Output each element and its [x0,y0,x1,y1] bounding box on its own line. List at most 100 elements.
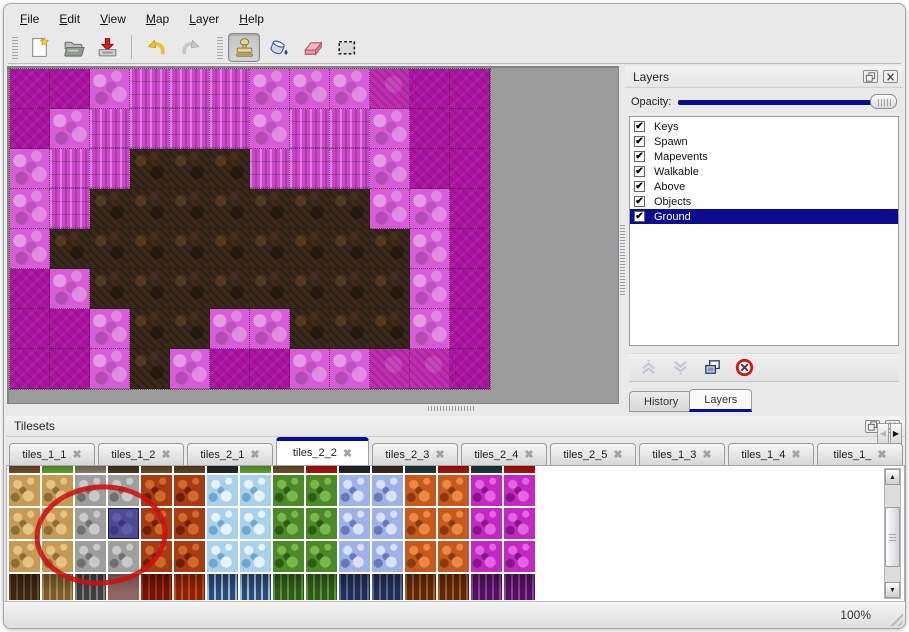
map-tile[interactable] [10,149,50,189]
map-tile[interactable] [10,309,50,349]
tileset-tile[interactable] [471,466,502,473]
tileset-tile-magenta-cells[interactable] [471,508,502,539]
map-tile[interactable] [410,309,450,349]
menu-edit[interactable]: Edit [49,10,90,28]
tileset-tile-blue-crystal[interactable] [372,475,403,506]
map-tile[interactable] [90,189,130,229]
tileset-tab-tiles_2_4[interactable]: tiles_2_4✖ [461,443,547,465]
delete-layer-button[interactable] [731,357,757,379]
tab-scroll-left-button[interactable]: ◀ [877,423,889,444]
stamp-tool-button[interactable] [228,33,260,62]
map-tile[interactable] [170,309,210,349]
tileset-tab-tiles_2_5[interactable]: tiles_2_5✖ [550,443,636,465]
tileset-tile-green-vines[interactable] [273,508,304,539]
menu-map[interactable]: Map [136,10,179,28]
map-tile[interactable] [250,109,290,149]
layer-row[interactable]: ✔Spawn [630,134,898,149]
tileset-tile[interactable] [372,574,403,600]
map-tile[interactable] [50,109,90,149]
tileset-tile-gray-stone[interactable] [75,508,106,539]
tileset-tile[interactable] [75,466,106,473]
map-tile[interactable] [250,229,290,269]
new-file-button[interactable] [23,33,55,62]
fill-tool-button[interactable] [262,33,294,62]
map-tile[interactable] [450,189,490,229]
tileset-tile-magenta-cells[interactable] [471,475,502,506]
map-tile[interactable] [90,149,130,189]
opacity-slider[interactable] [678,94,897,110]
toolbar-grip[interactable] [217,35,223,59]
eraser-tool-button[interactable] [296,33,328,62]
map-tile[interactable] [130,349,170,389]
move-layer-down-button[interactable] [667,357,693,379]
tileset-tile-orange-rock[interactable] [405,475,436,506]
map-tile[interactable] [290,109,330,149]
map-tile[interactable] [330,349,370,389]
map-tile[interactable] [370,269,410,309]
tileset-tile-blue-crystal[interactable] [339,475,370,506]
map-tile[interactable] [10,109,50,149]
map-tile[interactable] [10,189,50,229]
open-file-button[interactable] [57,33,89,62]
tileset-tile[interactable] [108,466,139,473]
tileset-tile-blue-crystal[interactable] [372,508,403,539]
tileset-tile[interactable] [9,574,40,600]
map-tile[interactable] [210,149,250,189]
tileset-tile[interactable] [273,574,304,600]
map-tile[interactable] [410,349,450,389]
tileset-tile-lava-rock[interactable] [141,541,172,572]
map-tile[interactable] [210,309,250,349]
move-layer-up-button[interactable] [635,357,661,379]
tileset-tile-lava-rock[interactable] [174,475,205,506]
tileset-tile[interactable] [207,466,238,473]
tileset-tile-sand[interactable] [9,541,40,572]
tileset-tab-tiles_1_[interactable]: tiles_1_✖ [817,443,903,465]
map-tile[interactable] [130,189,170,229]
map-tile[interactable] [170,149,210,189]
tileset-tab-tiles_1_4[interactable]: tiles_1_4✖ [728,443,814,465]
map-tile[interactable] [170,349,210,389]
tileset-tile-lava-rock[interactable] [141,475,172,506]
close-tab-icon[interactable]: ✖ [343,447,352,460]
map-tile[interactable] [10,269,50,309]
map-tile[interactable] [370,69,410,109]
map-tile[interactable] [130,69,170,109]
horizontal-splitter-handle[interactable] [428,406,474,411]
tileset-tab-tiles_2_1[interactable]: tiles_2_1✖ [187,443,273,465]
map-tile[interactable] [370,349,410,389]
map-tile[interactable] [170,269,210,309]
map-tile[interactable] [330,69,370,109]
map-tile[interactable] [90,69,130,109]
map-tile[interactable] [170,189,210,229]
map-tile[interactable] [90,349,130,389]
window-resize-grip[interactable] [886,609,903,626]
tileset-tile[interactable] [141,574,172,600]
tileset-tab-tiles_1_2[interactable]: tiles_1_2✖ [98,443,184,465]
close-tab-icon[interactable]: ✖ [791,448,800,461]
map-tile[interactable] [210,269,250,309]
tileset-tile-ice[interactable] [240,541,271,572]
close-tab-icon[interactable]: ✖ [702,448,711,461]
map-tile[interactable] [330,189,370,229]
map-tile[interactable] [290,149,330,189]
tileset-tile-gray-stone[interactable] [108,475,139,506]
layer-visibility-checkbox[interactable]: ✔ [634,136,645,147]
tileset-tile-green-vines[interactable] [306,541,337,572]
tileset-tab-tiles_2_2[interactable]: tiles_2_2✖ [276,437,369,465]
close-tab-icon[interactable]: ✖ [72,448,81,461]
map-tile[interactable] [170,109,210,149]
tileset-tile-sand[interactable] [42,508,73,539]
tileset-tile-ice[interactable] [240,475,271,506]
map-tile[interactable] [290,269,330,309]
map-tile[interactable] [410,189,450,229]
map-tile[interactable] [50,189,90,229]
map-tile[interactable] [290,229,330,269]
tileset-tile-blue-crystal[interactable] [372,541,403,572]
tileset-tile-green-vines[interactable] [306,475,337,506]
map-tile[interactable] [370,109,410,149]
map-tile[interactable] [210,69,250,109]
toolbar-grip[interactable] [12,35,18,59]
tileset-tile-lava-rock[interactable] [174,541,205,572]
menu-help[interactable]: Help [229,10,274,28]
map-grid[interactable] [9,68,491,390]
